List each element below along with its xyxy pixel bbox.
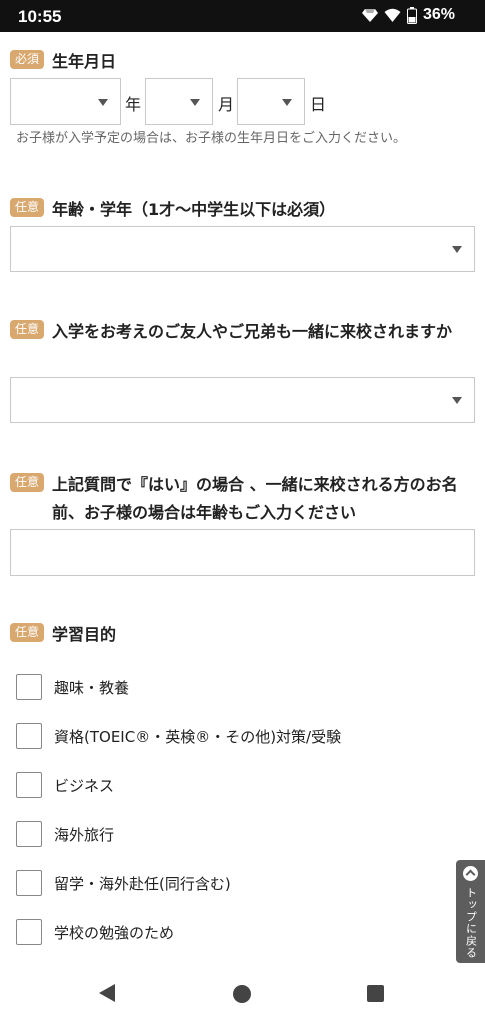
purpose-option-qualification[interactable]: 資格(TOEIC®・英検®・その他)対策/受験 [16, 722, 341, 750]
checkbox[interactable] [16, 674, 42, 700]
day-unit: 日 [310, 95, 327, 114]
age-grade-select[interactable] [10, 226, 475, 272]
recents-icon[interactable] [367, 985, 384, 1002]
birth-month-select[interactable] [145, 78, 213, 125]
purpose-option-school[interactable]: 学校の勉強のため [16, 918, 174, 946]
battery-icon [406, 6, 417, 24]
status-bar: 10:55 36% [0, 0, 485, 32]
purpose-option-travel[interactable]: 海外旅行 [16, 820, 114, 848]
chevron-down-icon [282, 98, 292, 106]
chevron-down-icon [190, 98, 200, 106]
birthdate-title: 必須 生年月日 [10, 48, 116, 76]
home-icon[interactable] [233, 985, 251, 1003]
purpose-option-study-abroad[interactable]: 留学・海外赴任(同行含む) [16, 869, 231, 897]
checkbox[interactable] [16, 821, 42, 847]
companion-name-label: 上記質問で『はい』の場合 、一緒に来校される方のお名前、お子様の場合は年齢もご入… [52, 475, 458, 522]
birthdate-label: 生年月日 [52, 52, 117, 71]
optional-tag: 任意 [10, 198, 45, 217]
companion-title: 任意 入学をお考えのご友人やご兄弟も一緒に来校されますか [10, 318, 475, 346]
purpose-option-business[interactable]: ビジネス [16, 771, 114, 799]
purpose-option-label: 趣味・教養 [54, 678, 130, 697]
back-to-top-button[interactable]: トップに戻る [456, 860, 485, 963]
purpose-option-label: 資格(TOEIC®・英検®・その他)対策/受験 [54, 727, 342, 746]
back-to-top-label: トップに戻る [464, 887, 478, 959]
purpose-option-label: 留学・海外赴任(同行含む) [54, 874, 231, 893]
chevron-down-icon [452, 246, 462, 253]
companion-name-input[interactable] [10, 529, 475, 576]
optional-tag: 任意 [10, 473, 45, 492]
purpose-option-hobby[interactable]: 趣味・教養 [16, 673, 129, 701]
checkbox[interactable] [16, 870, 42, 896]
chevron-up-icon [463, 866, 478, 881]
purpose-label: 学習目的 [52, 625, 117, 644]
optional-tag: 任意 [10, 623, 45, 642]
optional-tag: 任意 [10, 320, 45, 339]
month-unit: 月 [218, 95, 235, 114]
battery-percent: 36% [422, 6, 455, 23]
required-tag: 必須 [10, 50, 45, 69]
back-icon[interactable] [99, 984, 115, 1002]
wifi-icon [384, 8, 401, 22]
birthdate-note: お子様が入学予定の場合は、お子様の生年月日をご入力ください。 [16, 131, 407, 146]
birth-year-select[interactable] [10, 78, 121, 125]
checkbox[interactable] [16, 919, 42, 945]
age-grade-label: 年齢・学年（1才～中学生以下は必須） [52, 200, 336, 219]
age-grade-title: 任意 年齢・学年（1才～中学生以下は必須） [10, 196, 335, 224]
checkbox[interactable] [16, 772, 42, 798]
status-icons: 36% [361, 6, 455, 24]
companion-name-title: 任意 上記質問で『はい』の場合 、一緒に来校される方のお名前、お子様の場合は年齢… [10, 471, 475, 527]
purpose-option-label: ビジネス [54, 776, 115, 795]
year-unit: 年 [125, 95, 142, 114]
purpose-option-label: 海外旅行 [54, 825, 115, 844]
companion-select[interactable] [10, 377, 475, 423]
status-time: 10:55 [18, 7, 62, 26]
purpose-title: 任意 学習目的 [10, 621, 116, 649]
birth-day-select[interactable] [237, 78, 305, 125]
companion-label: 入学をお考えのご友人やご兄弟も一緒に来校されますか [52, 322, 453, 341]
purpose-option-label: 学校の勉強のため [54, 923, 175, 942]
navigation-bar [0, 970, 485, 1024]
chevron-down-icon [452, 397, 462, 404]
chevron-down-icon [98, 98, 108, 106]
checkbox[interactable] [16, 723, 42, 749]
diamond-icon [361, 9, 378, 22]
inquiry-form: 必須 生年月日 年 月 日 お子様が入学予定の場合は、お子様の生年月日をご入力く… [0, 32, 485, 970]
